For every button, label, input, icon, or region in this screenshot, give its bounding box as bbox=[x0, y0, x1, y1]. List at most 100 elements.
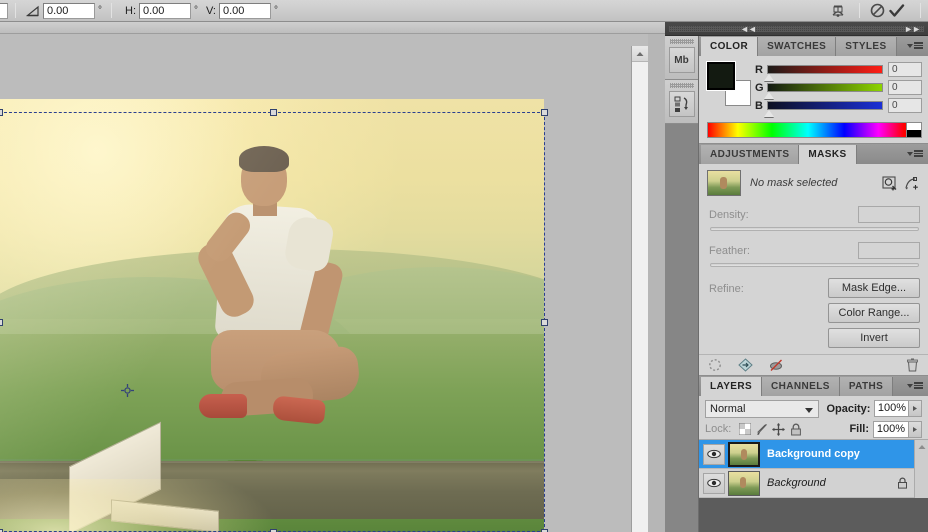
partial-numeric-field[interactable] bbox=[0, 2, 8, 19]
transform-handle-middle-right[interactable] bbox=[541, 319, 548, 326]
density-field[interactable] bbox=[858, 206, 920, 223]
commit-transform-icon[interactable] bbox=[887, 2, 907, 20]
expand-panels-icon[interactable]: ►► bbox=[904, 22, 921, 36]
apply-mask-icon[interactable] bbox=[737, 358, 754, 373]
density-row: Density: bbox=[699, 202, 928, 224]
layers-scroll-up-icon[interactable] bbox=[915, 440, 928, 453]
b-value[interactable]: 0 bbox=[888, 98, 922, 113]
density-label: Density: bbox=[709, 208, 749, 221]
canvas-area[interactable] bbox=[0, 34, 648, 532]
density-slider[interactable] bbox=[710, 227, 919, 231]
tab-swatches[interactable]: SWATCHES bbox=[758, 37, 837, 56]
options-bar: ° H: ° V: ° bbox=[0, 0, 928, 22]
image-canvas[interactable] bbox=[0, 99, 544, 532]
b-slider-track[interactable] bbox=[764, 101, 883, 117]
layer-thumbnail[interactable] bbox=[728, 441, 760, 467]
angle-input[interactable] bbox=[43, 2, 95, 19]
feather-row: Feather: bbox=[699, 238, 928, 260]
h-skew-input[interactable] bbox=[139, 2, 191, 19]
color-panel-menu-icon[interactable] bbox=[907, 40, 923, 51]
masks-panel-footer bbox=[699, 354, 928, 375]
layer-name: Background bbox=[767, 477, 826, 489]
collapsed-panel-rail: Mb bbox=[665, 36, 699, 532]
document-window bbox=[0, 22, 665, 532]
g-slider-thumb[interactable] bbox=[764, 92, 774, 99]
rail-grip-2[interactable] bbox=[669, 83, 694, 88]
transform-handle-top-center[interactable] bbox=[270, 109, 277, 116]
transform-reference-point[interactable] bbox=[121, 384, 134, 397]
opacity-label: Opacity: bbox=[826, 402, 871, 415]
tab-layers[interactable]: LAYERS bbox=[701, 377, 763, 396]
document-top-strip bbox=[0, 22, 665, 34]
fill-stepper-icon[interactable] bbox=[909, 420, 922, 438]
dock-grip[interactable] bbox=[669, 26, 924, 32]
masks-panel-menu-icon[interactable] bbox=[907, 148, 923, 159]
r-slider-track[interactable] bbox=[764, 65, 883, 81]
cancel-transform-icon[interactable] bbox=[867, 2, 887, 20]
tab-adjustments[interactable]: ADJUSTMENTS bbox=[701, 145, 800, 164]
history-actions-icon[interactable] bbox=[668, 91, 695, 117]
load-selection-from-mask-icon[interactable] bbox=[706, 358, 723, 373]
feather-slider[interactable] bbox=[710, 263, 919, 267]
feather-field[interactable] bbox=[858, 242, 920, 259]
rgb-sliders: R 0 G 0 B 0 bbox=[755, 62, 922, 117]
tab-color[interactable]: COLOR bbox=[701, 37, 759, 56]
v-unit: ° bbox=[274, 5, 278, 16]
add-vector-mask-icon[interactable] bbox=[902, 174, 922, 192]
slider-row-b: B 0 bbox=[755, 98, 922, 117]
foreground-color-swatch[interactable] bbox=[707, 62, 735, 90]
g-slider-track[interactable] bbox=[764, 83, 883, 99]
warp-mode-icon[interactable] bbox=[828, 2, 848, 20]
rail-grip-1[interactable] bbox=[669, 39, 694, 44]
layer-row-background-copy[interactable]: Background copy bbox=[699, 440, 928, 469]
panel-column: COLOR SWATCHES STYLES R 0 G 0 B 0 ADJUST… bbox=[699, 36, 928, 532]
lock-position-icon[interactable] bbox=[770, 421, 787, 437]
v-skew-input[interactable] bbox=[219, 2, 271, 19]
fill-value[interactable]: 100% bbox=[873, 420, 909, 438]
masks-panel: ADJUSTMENTS MASKS No mask selected Densi… bbox=[699, 144, 928, 376]
rail-group-mini-bridge: Mb bbox=[665, 36, 698, 80]
collapse-panels-icon[interactable]: ◄◄ bbox=[740, 22, 757, 36]
layers-scrollbar[interactable] bbox=[914, 440, 928, 498]
canvas-vertical-scrollbar[interactable] bbox=[631, 46, 648, 532]
blend-mode-value: Normal bbox=[710, 402, 746, 415]
blend-mode-select[interactable]: Normal bbox=[705, 399, 820, 418]
scroll-up-button[interactable] bbox=[632, 46, 648, 62]
disable-mask-icon[interactable] bbox=[768, 358, 785, 373]
man-shoe-right bbox=[271, 395, 327, 425]
add-pixel-mask-icon[interactable] bbox=[880, 174, 900, 192]
transform-handle-top-right[interactable] bbox=[541, 109, 548, 116]
opacity-stepper-icon[interactable] bbox=[909, 400, 922, 417]
lock-all-icon[interactable] bbox=[787, 421, 804, 437]
b-slider-thumb[interactable] bbox=[764, 110, 774, 117]
layers-panel-menu-icon[interactable] bbox=[907, 380, 923, 391]
layer-thumbnail[interactable] bbox=[728, 470, 760, 496]
transform-handle-top-left[interactable] bbox=[0, 109, 3, 116]
tab-channels[interactable]: CHANNELS bbox=[762, 377, 840, 396]
mini-bridge-icon[interactable]: Mb bbox=[668, 47, 695, 73]
color-range-button[interactable]: Color Range... bbox=[828, 303, 920, 323]
delete-mask-icon[interactable] bbox=[904, 358, 921, 373]
lock-transparency-icon[interactable] bbox=[736, 421, 753, 437]
options-separator-4 bbox=[920, 3, 921, 18]
tab-styles[interactable]: STYLES bbox=[836, 37, 897, 56]
opacity-value[interactable]: 100% bbox=[874, 400, 910, 417]
layer-row-background[interactable]: Background bbox=[699, 469, 928, 498]
color-spectrum-ramp[interactable] bbox=[707, 122, 922, 138]
layer-visibility-icon[interactable] bbox=[703, 472, 725, 494]
tab-masks[interactable]: MASKS bbox=[799, 145, 857, 164]
masks-panel-tabs: ADJUSTMENTS MASKS bbox=[699, 144, 928, 164]
lock-image-icon[interactable] bbox=[753, 421, 770, 437]
mask-edge-button[interactable]: Mask Edge... bbox=[828, 278, 920, 298]
r-slider-thumb[interactable] bbox=[764, 74, 774, 81]
man-shoe-left bbox=[199, 394, 247, 418]
layer-visibility-icon[interactable] bbox=[703, 443, 725, 465]
invert-button[interactable]: Invert bbox=[828, 328, 920, 348]
h-unit: ° bbox=[194, 5, 198, 16]
transform-handle-middle-left[interactable] bbox=[0, 319, 3, 326]
g-value[interactable]: 0 bbox=[888, 80, 922, 95]
color-panel-tabs: COLOR SWATCHES STYLES bbox=[699, 36, 928, 56]
r-value[interactable]: 0 bbox=[888, 62, 922, 77]
tab-paths[interactable]: PATHS bbox=[839, 377, 894, 396]
mask-header-row: No mask selected bbox=[699, 164, 928, 202]
